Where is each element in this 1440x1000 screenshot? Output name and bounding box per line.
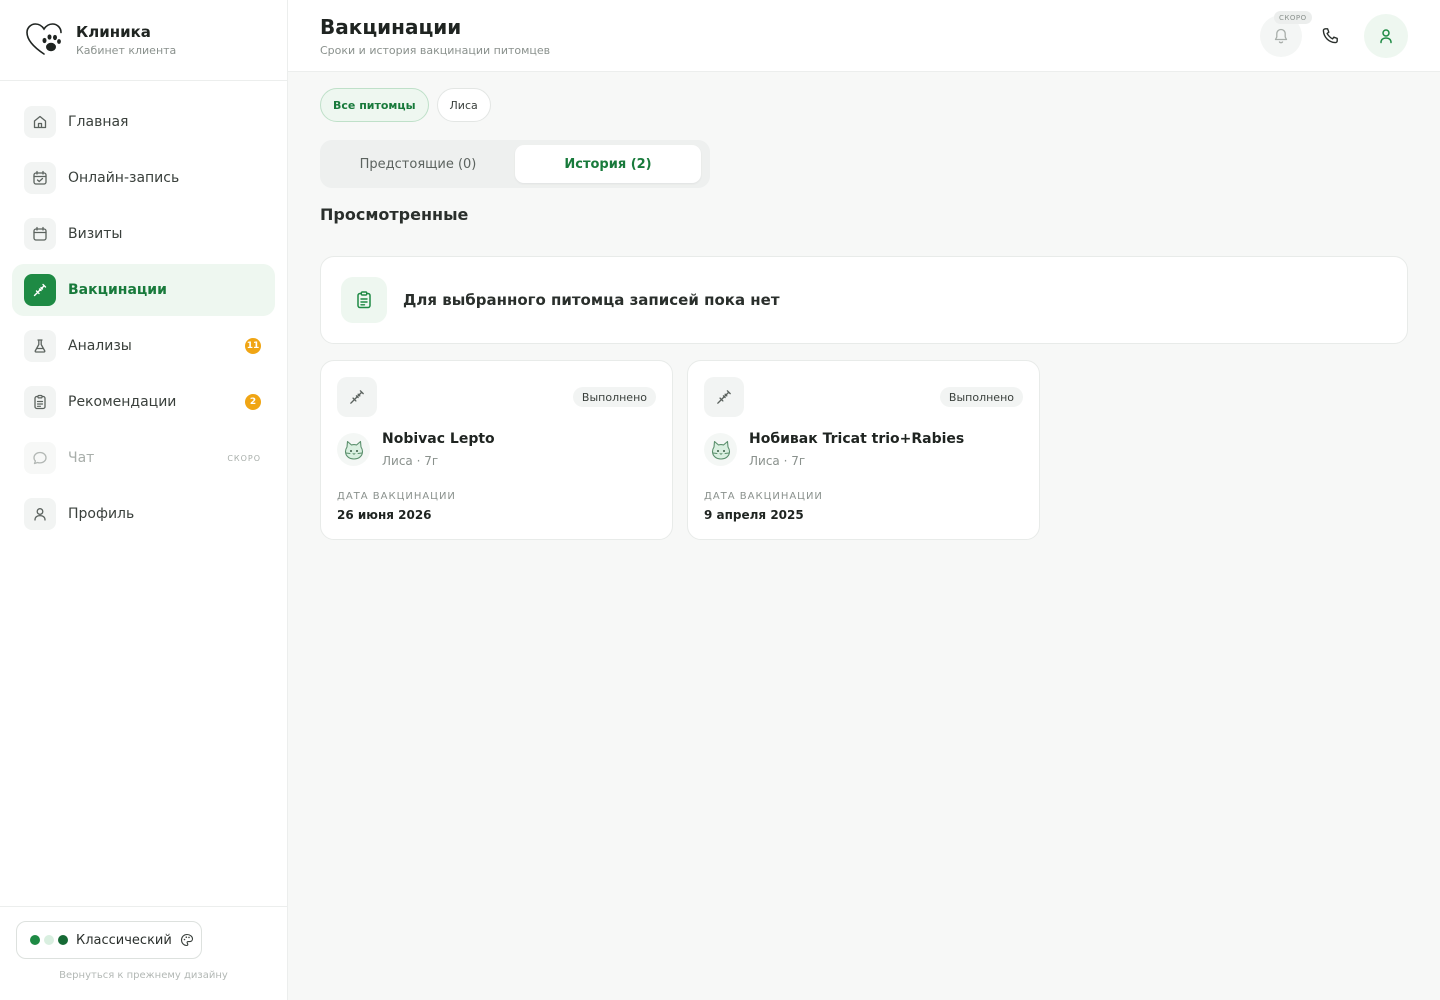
pet-info: Лиса · 7г <box>749 454 806 468</box>
sidebar-item-recommendations[interactable]: Рекомендации 2 <box>12 376 275 428</box>
empty-state-card: Для выбранного питомца записей пока нет <box>320 256 1408 344</box>
vaccination-cards: Выполнено Nobivac Lepto Лиса · 7г Дата в… <box>320 360 1054 540</box>
vaccination-card[interactable]: Выполнено Нобивак Tricat trio+Rabies Лис… <box>687 360 1040 540</box>
notifications-soon-badge: СКОРО <box>1274 11 1312 24</box>
top-header: Вакцинации Сроки и история вакцинации пи… <box>288 0 1440 72</box>
theme-switch-button[interactable]: Классический <box>16 921 202 959</box>
syringe-icon <box>24 274 56 306</box>
user-profile-button[interactable] <box>1364 14 1408 58</box>
calendar-icon <box>24 218 56 250</box>
theme-color-dot <box>30 935 40 945</box>
user-icon <box>24 498 56 530</box>
cat-avatar-icon <box>704 433 737 466</box>
syringe-icon <box>337 377 377 417</box>
bell-icon <box>1274 28 1288 44</box>
empty-state-message: Для выбранного питомца записей пока нет <box>403 291 780 309</box>
user-icon <box>1380 29 1392 44</box>
heart-paw-logo-icon <box>26 23 62 55</box>
status-badge: Выполнено <box>939 387 1023 407</box>
vaccination-date: 26 июня 2026 <box>337 508 432 522</box>
vaccination-card[interactable]: Выполнено Nobivac Lepto Лиса · 7г Дата в… <box>320 360 673 540</box>
analyses-count-badge: 11 <box>245 338 261 354</box>
clipboard-icon <box>341 277 387 323</box>
theme-color-dot <box>58 935 68 945</box>
phone-icon <box>1322 28 1338 44</box>
brand[interactable]: Клиника Кабинет клиента <box>0 0 287 81</box>
sidebar: Клиника Кабинет клиента Главная Онлайн-з… <box>0 0 288 1000</box>
theme-label: Классический <box>76 932 172 948</box>
pet-filter: Все питомцы Лиса <box>320 88 499 122</box>
sidebar-item-label: Вакцинации <box>68 282 167 298</box>
sidebar-item-label: Онлайн-запись <box>68 170 180 186</box>
vaccine-name: Nobivac Lepto <box>382 431 495 447</box>
brand-title: Клиника <box>76 23 151 41</box>
filter-chip-pet[interactable]: Лиса <box>436 88 491 122</box>
sidebar-item-vaccinations[interactable]: Вакцинации <box>12 264 275 316</box>
sidebar-item-label: Чат <box>68 450 95 466</box>
theme-switcher-area: Классический Вернуться к прежнему дизайн… <box>0 906 287 1000</box>
home-icon <box>24 106 56 138</box>
brand-subtitle: Кабинет клиента <box>76 44 177 57</box>
back-to-old-design-link[interactable]: Вернуться к прежнему дизайну <box>0 970 287 981</box>
sidebar-item-label: Главная <box>68 114 129 130</box>
syringe-icon <box>704 377 744 417</box>
sidebar-item-visits[interactable]: Визиты <box>12 208 275 260</box>
filter-chip-all-pets[interactable]: Все питомцы <box>320 88 429 122</box>
sidebar-item-label: Анализы <box>68 338 132 354</box>
section-title: Просмотренные <box>320 205 469 224</box>
date-label: Дата вакцинации <box>704 491 823 502</box>
sidebar-item-chat: Чат СКОРО <box>12 432 275 484</box>
pet-info: Лиса · 7г <box>382 454 439 468</box>
vaccination-date: 9 апреля 2025 <box>704 508 804 522</box>
flask-icon <box>24 330 56 362</box>
chat-icon <box>24 442 56 474</box>
call-button[interactable] <box>1309 15 1351 57</box>
vaccination-tabs: Предстоящие (0) История (2) <box>320 140 710 188</box>
sidebar-item-home[interactable]: Главная <box>12 96 275 148</box>
tab-upcoming[interactable]: Предстоящие (0) <box>325 145 511 183</box>
sidebar-nav: Главная Онлайн-запись Визиты Вакцинации … <box>12 96 275 544</box>
cat-avatar-icon <box>337 433 370 466</box>
sidebar-item-analyses[interactable]: Анализы 11 <box>12 320 275 372</box>
chat-soon-label: СКОРО <box>227 453 261 463</box>
theme-color-dot <box>44 935 54 945</box>
sidebar-item-label: Профиль <box>68 506 135 522</box>
sidebar-item-profile[interactable]: Профиль <box>12 488 275 540</box>
sidebar-item-label: Визиты <box>68 226 123 242</box>
status-badge: Выполнено <box>572 387 656 407</box>
clipboard-icon <box>24 386 56 418</box>
page-title: Вакцинации <box>320 15 462 39</box>
sidebar-item-online-booking[interactable]: Онлайн-запись <box>12 152 275 204</box>
page-subtitle: Сроки и история вакцинации питомцев <box>320 44 551 57</box>
tab-history[interactable]: История (2) <box>515 145 701 183</box>
palette-icon <box>180 933 193 947</box>
sidebar-item-label: Рекомендации <box>68 394 177 410</box>
calendar-check-icon <box>24 162 56 194</box>
date-label: Дата вакцинации <box>337 491 456 502</box>
recommendations-count-badge: 2 <box>245 394 261 410</box>
vaccine-name: Нобивак Tricat trio+Rabies <box>749 431 965 447</box>
